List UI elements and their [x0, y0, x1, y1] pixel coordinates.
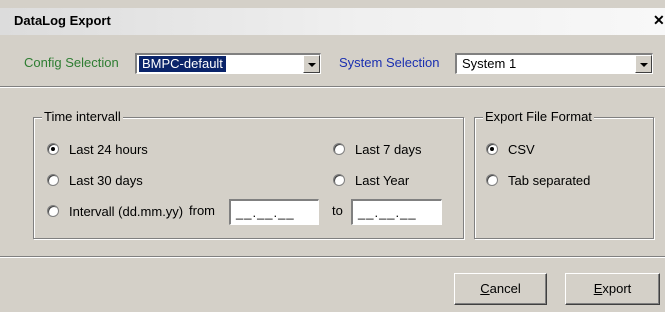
radio-button-selected[interactable]	[486, 143, 498, 155]
time-interval-legend: Time intervall	[42, 109, 123, 124]
datalog-export-dialog: DataLog Export ✕ Config Selection BMPC-d…	[0, 0, 665, 312]
radio-label: Last 7 days	[355, 142, 422, 157]
export-button[interactable]: Export	[565, 273, 660, 305]
close-icon[interactable]: ✕	[653, 12, 665, 28]
window-title: DataLog Export	[14, 13, 111, 28]
config-selection-dropdown[interactable]: BMPC-default	[135, 53, 321, 74]
cancel-button[interactable]: Cancel	[454, 273, 547, 305]
radio-button[interactable]	[333, 143, 345, 155]
from-date-input[interactable]: __.__.__	[229, 199, 319, 225]
radio-button[interactable]	[47, 174, 59, 186]
radio-label: Intervall (dd.mm.yy)	[69, 204, 184, 219]
title-bar[interactable]: DataLog Export ✕	[0, 8, 665, 35]
export-format-group: Export File Format CSV Tab separated	[474, 109, 654, 239]
chevron-down-icon	[308, 63, 316, 67]
cancel-mnemonic: C	[480, 281, 490, 296]
radio-button-selected[interactable]	[47, 143, 59, 155]
to-date-input[interactable]: __.__.__	[351, 199, 442, 225]
system-dropdown-button[interactable]	[635, 55, 652, 73]
radio-label: Last 30 days	[69, 173, 143, 188]
radio-label: Last Year	[355, 173, 410, 188]
chevron-down-icon	[640, 63, 648, 67]
system-selection-value: System 1	[462, 56, 517, 71]
to-label: to	[332, 203, 343, 218]
radio-button[interactable]	[333, 174, 345, 186]
system-selection-dropdown[interactable]: System 1	[455, 53, 653, 74]
cancel-label: ancel	[489, 281, 521, 296]
radio-button[interactable]	[47, 205, 59, 217]
radio-label: Last 24 hours	[69, 142, 148, 157]
bottom-separator	[0, 256, 665, 258]
to-date-mask: __.__.__	[358, 205, 417, 220]
time-interval-group: Time intervall Last 24 hours Last 30 day…	[33, 109, 464, 239]
from-date-mask: __.__.__	[236, 205, 295, 220]
config-dropdown-button[interactable]	[303, 55, 320, 73]
export-format-legend: Export File Format	[483, 109, 594, 124]
top-separator	[0, 86, 665, 88]
export-label: xport	[602, 281, 632, 296]
config-selection-value: BMPC-default	[139, 56, 226, 72]
from-label: from	[189, 203, 215, 218]
system-selection-label: System Selection	[339, 55, 440, 70]
radio-label: Tab separated	[508, 173, 591, 188]
radio-label: CSV	[508, 142, 535, 157]
radio-button[interactable]	[486, 174, 498, 186]
config-selection-label: Config Selection	[24, 55, 119, 70]
